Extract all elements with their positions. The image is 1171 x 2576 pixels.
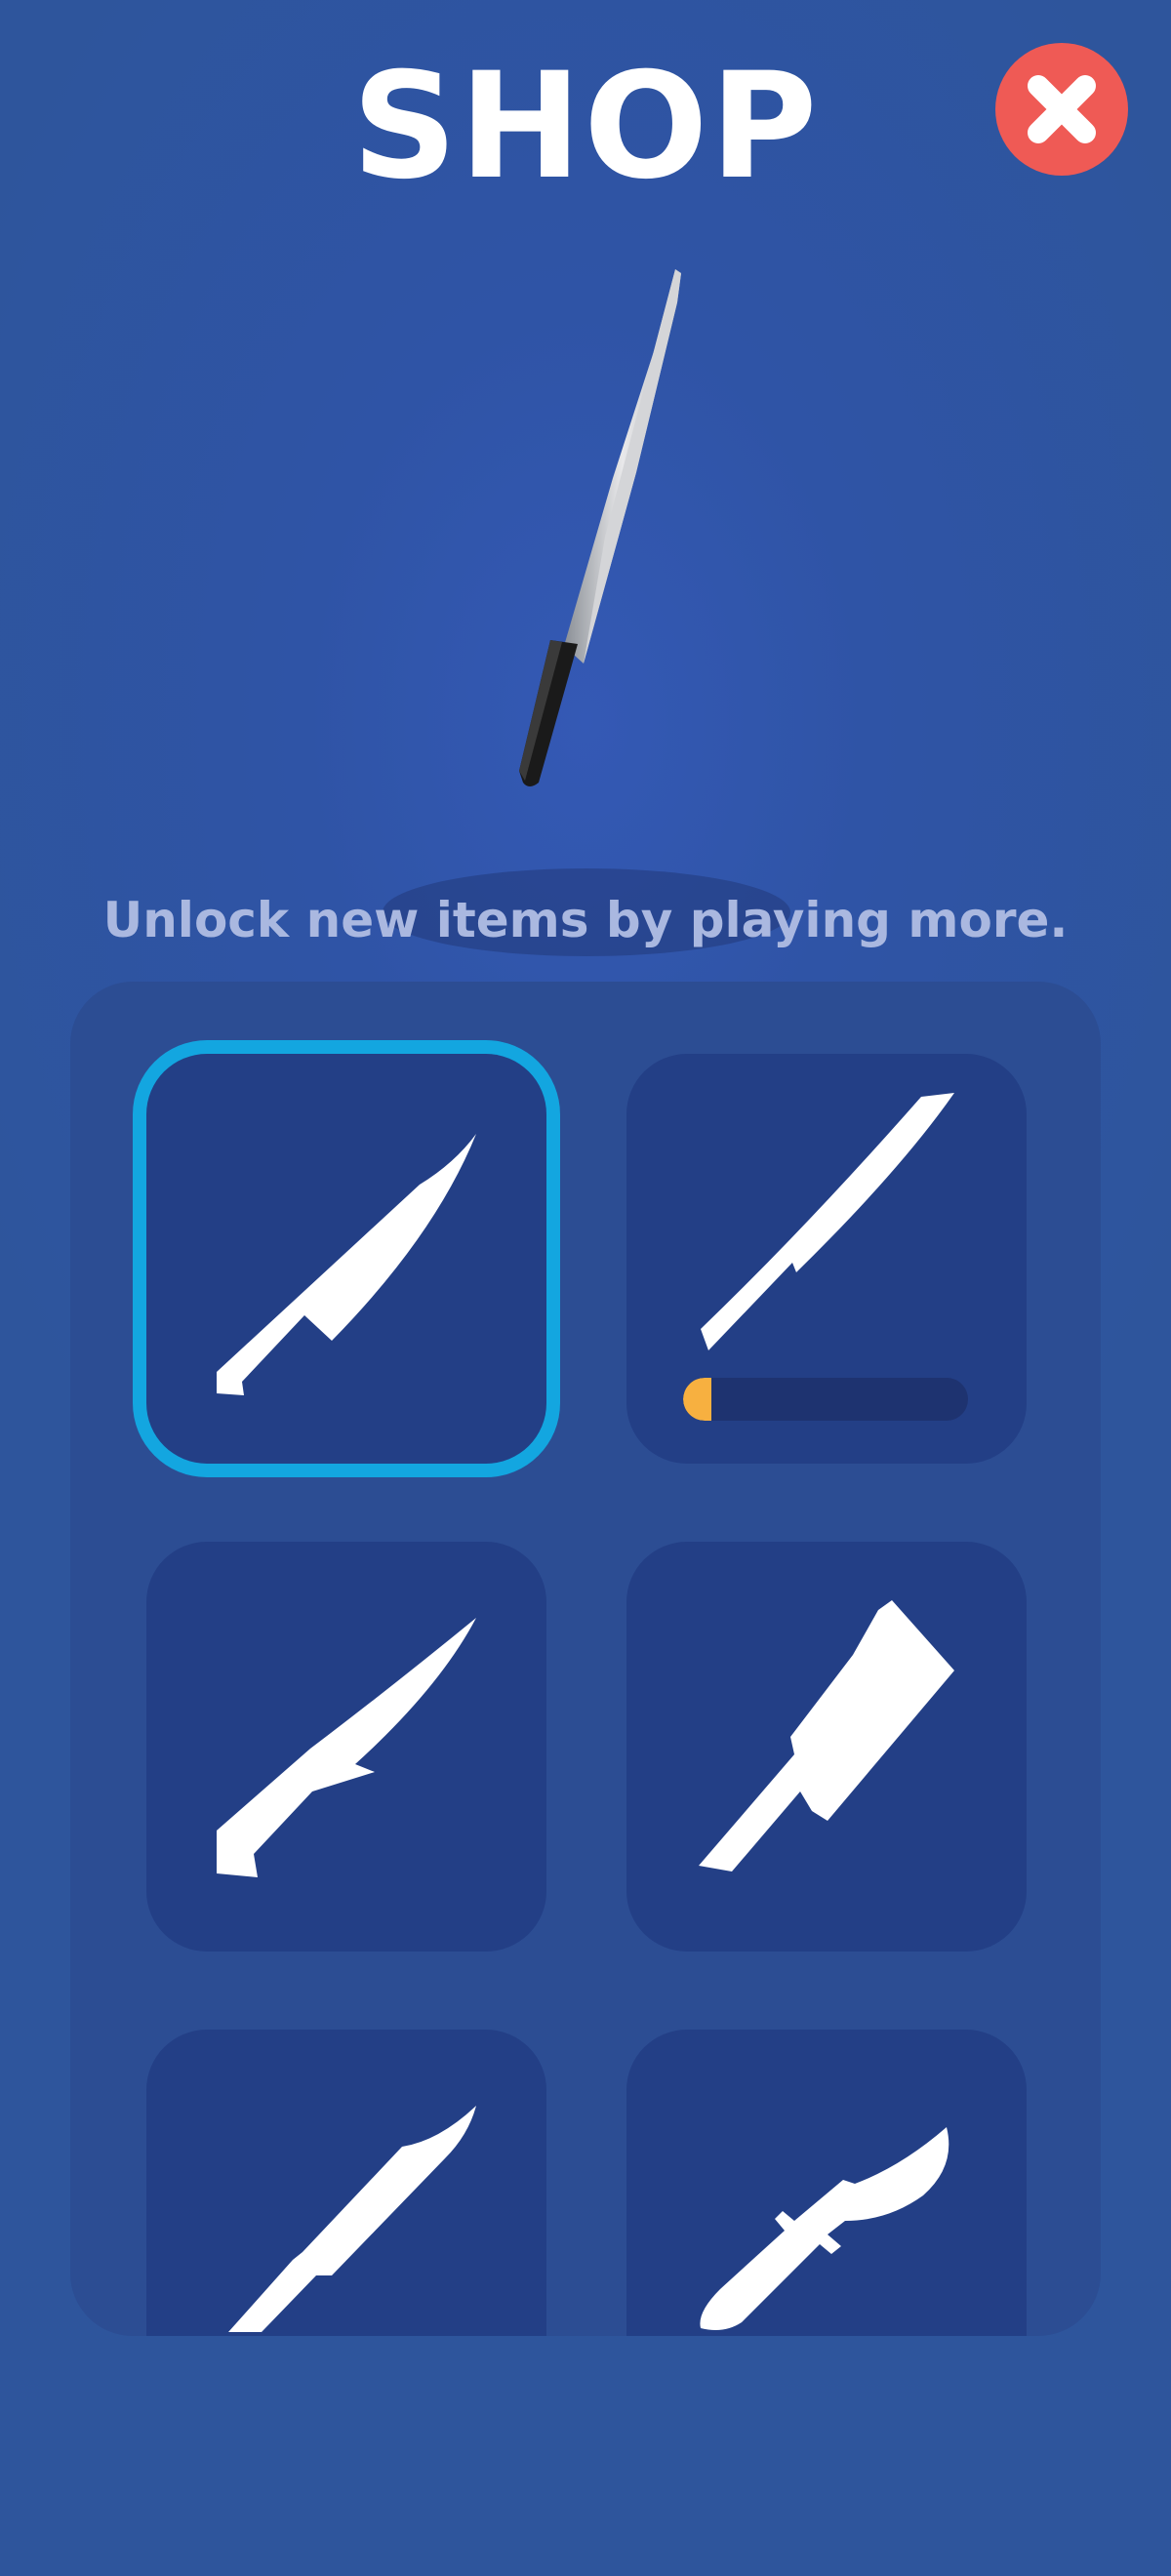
unlock-hint-text: Unlock new items by playing more. bbox=[102, 892, 1069, 948]
close-button[interactable] bbox=[995, 43, 1128, 176]
knife-preview-image bbox=[519, 269, 681, 786]
item-slot-1[interactable] bbox=[146, 1054, 546, 1464]
boning-knife-icon bbox=[217, 1618, 476, 1877]
item-slot-6[interactable] bbox=[626, 2030, 1027, 2336]
item-slot-4[interactable] bbox=[626, 1542, 1027, 1952]
item-slot-5[interactable] bbox=[146, 2030, 546, 2336]
close-icon bbox=[1028, 75, 1096, 143]
unlock-progress-bar bbox=[683, 1378, 968, 1421]
hunting-knife-icon bbox=[700, 2127, 949, 2330]
chef-knife-icon bbox=[217, 1134, 476, 1395]
item-grid-panel bbox=[70, 982, 1101, 2336]
item-slot-3[interactable] bbox=[146, 1542, 546, 1952]
fillet-knife-icon bbox=[228, 2106, 476, 2332]
cleaver-icon bbox=[699, 1600, 954, 1872]
item-slot-2[interactable] bbox=[626, 1054, 1027, 1464]
